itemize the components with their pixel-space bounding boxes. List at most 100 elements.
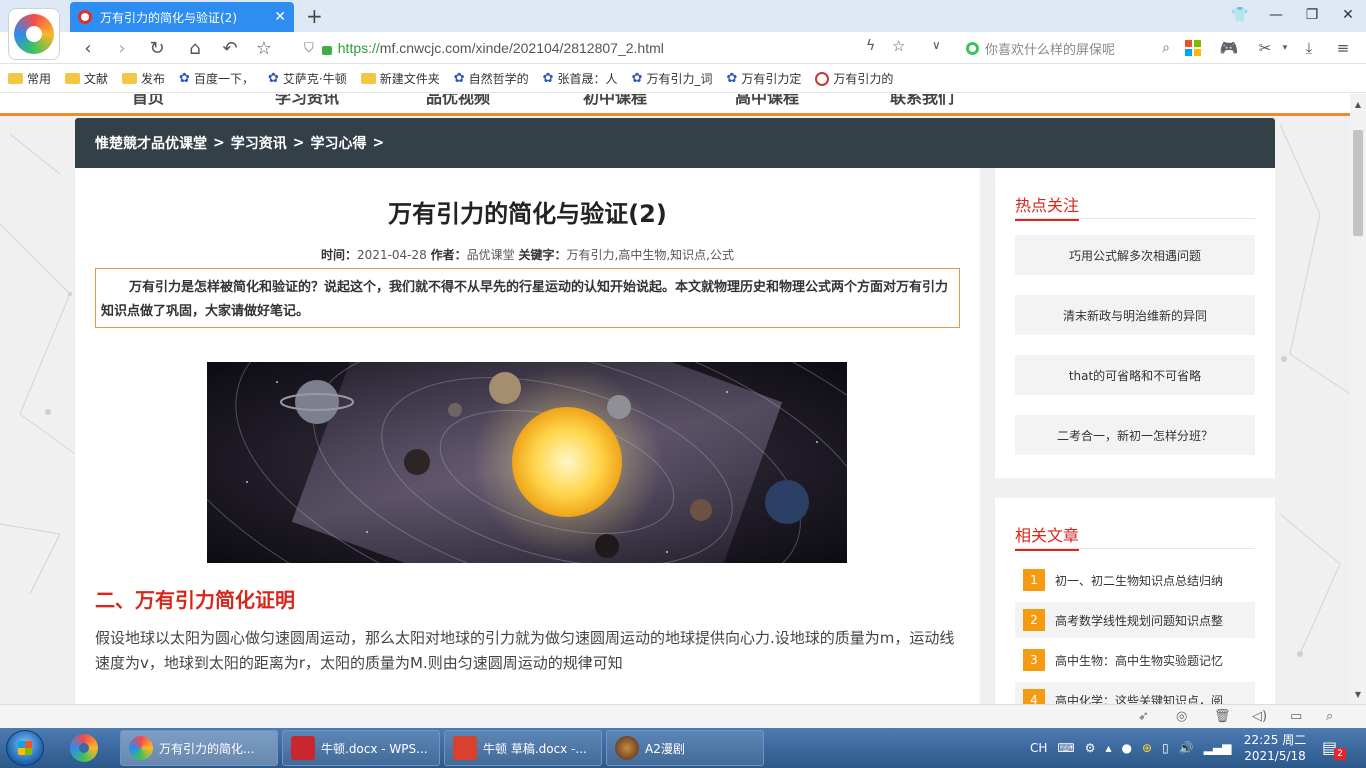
folder-icon (8, 73, 23, 84)
bookmark-link[interactable]: ✿ 万有引力定 (726, 70, 801, 87)
plus-circle-icon[interactable]: ⊕ (1142, 741, 1152, 755)
breadcrumb-subcategory[interactable]: 学习心得 (310, 133, 366, 153)
bookmark-link[interactable]: ✿ 万有引力_词 (632, 70, 713, 87)
bookmark-link[interactable]: ✿ 自然哲学的 (454, 70, 529, 87)
address-bar[interactable]: ⛉ https://mf.cnwcjc.com/xinde/202104/281… (296, 35, 956, 61)
pinned-browser[interactable] (62, 732, 106, 764)
related-article-item[interactable]: 1 初一、初二生物知识点总结归纳 (1015, 562, 1255, 598)
taskbar-item-wps-draft[interactable]: 牛顿 草稿.docx -... (444, 730, 602, 766)
taskbar-item-wps[interactable]: 牛顿.docx - WPS... (282, 730, 440, 766)
nav-item[interactable]: 联系我们 (890, 94, 954, 108)
nav-item[interactable]: 初中课程 (583, 94, 647, 108)
scroll-up-icon[interactable]: ▲ (1350, 96, 1366, 112)
trash-icon[interactable]: 🗑 (1214, 709, 1231, 724)
search-input[interactable]: 你喜欢什么样的屏保呢 ⌕ (962, 36, 1170, 60)
window-close-icon[interactable]: ✕ (1330, 0, 1366, 30)
search-icon[interactable]: ⌕ (1162, 40, 1170, 56)
forward-icon[interactable]: › (110, 36, 134, 60)
nav-item[interactable]: 品优视频 (426, 94, 490, 108)
bookmark-link[interactable]: 万有引力的 (815, 70, 893, 87)
qq-icon[interactable]: ● (1122, 741, 1132, 755)
home-icon[interactable]: ⌂ (183, 36, 207, 60)
scissors-dropdown-icon[interactable]: ▾ (1274, 38, 1296, 58)
window-mode-icon[interactable]: ▭ (1290, 709, 1302, 724)
back-icon[interactable]: ‹ (76, 36, 100, 60)
url-dropdown-icon[interactable]: ∨ (932, 38, 941, 52)
bookmark-folder[interactable]: 常用 (8, 70, 51, 87)
action-center-icon[interactable]: ▤ 2 (1322, 738, 1346, 760)
zoom-icon[interactable]: ⌕ (1326, 709, 1333, 724)
apps-grid-icon[interactable] (1182, 38, 1204, 58)
keyboard-icon[interactable]: ⌨ (1057, 741, 1074, 755)
scrollbar-thumb[interactable] (1353, 130, 1363, 236)
restore-icon[interactable]: ❐ (1294, 0, 1330, 30)
skin-icon[interactable]: 👕 (1222, 0, 1258, 30)
taskbar-item-browser[interactable]: 万有引力的简化... (120, 730, 278, 766)
volume-icon[interactable]: 🔊 (1179, 741, 1194, 755)
system-tray: CH ⌨ ⚙ ▴ ● ⊕ ▯ 🔊 ▂▄▆ (1030, 728, 1241, 768)
article-meta: 时间：2021-04-28 作者：品优课堂 关键字：万有引力,高中生物,知识点,… (321, 248, 734, 262)
hot-topic-item[interactable]: 二考合一，新初一怎样分班？ (1015, 415, 1255, 455)
menu-icon[interactable]: ≡ (1332, 38, 1354, 58)
refresh-circle-icon[interactable]: ◎ (1176, 709, 1187, 724)
page-scrollbar[interactable]: ▲ ▼ (1350, 94, 1366, 704)
rank-badge: 3 (1023, 649, 1045, 671)
bookmark-folder[interactable]: 文献 (65, 70, 108, 87)
system-clock[interactable]: 22:25 周二 2021/5/18 (1240, 732, 1310, 764)
related-article-title: 高中生物：高中生物实验题记忆 (1055, 653, 1224, 668)
article-keywords: 万有引力,高中生物,知识点,公式 (566, 248, 734, 262)
hot-topic-item[interactable]: 巧用公式解多次相遇问题 (1015, 235, 1255, 275)
related-article-item[interactable]: 4 高中化学：这些关键知识点，阅 (1015, 682, 1255, 704)
nav-item[interactable]: 首页 (132, 94, 164, 108)
show-hidden-icons[interactable]: ▴ (1106, 741, 1112, 755)
rocket-icon[interactable]: ➶ (1138, 709, 1149, 724)
favorites-star-icon[interactable]: ☆ (252, 36, 276, 60)
game-icon[interactable]: 🎮 (1218, 38, 1240, 58)
hot-topic-item[interactable]: 清末新政与明治维新的异同 (1015, 295, 1255, 335)
breadcrumb-home[interactable]: 惟楚競才品优课堂 (95, 133, 207, 153)
new-tab-icon[interactable]: + (306, 4, 323, 28)
browser-logo[interactable] (8, 8, 60, 60)
related-article-item[interactable]: 2 高考数学线性规划问题知识点整 (1015, 602, 1255, 638)
tab-title: 万有引力的简化与验证(2) (100, 10, 237, 25)
minimize-icon[interactable]: — (1258, 0, 1294, 30)
wps-doc-icon (453, 736, 477, 760)
nav-item[interactable]: 高中课程 (735, 94, 799, 108)
bookmark-folder[interactable]: 发布 (122, 70, 165, 87)
bookmark-link[interactable]: ✿ 张首晟：人 (543, 70, 618, 87)
tab-close-icon[interactable]: ✕ (274, 9, 286, 25)
shield-icon: ⛉ (304, 40, 314, 56)
start-button[interactable] (6, 730, 44, 766)
volume-icon[interactable]: ◁) (1252, 709, 1267, 724)
speed-mode-icon[interactable]: ϟ (866, 38, 875, 54)
notification-badge: 2 (1334, 748, 1346, 760)
usb-icon[interactable]: ▯ (1162, 741, 1169, 755)
article-author: 品优课堂 (466, 248, 515, 262)
browser-tab-active[interactable]: 万有引力的简化与验证(2) ✕ (70, 2, 294, 32)
taskbar-item-comic[interactable]: A2漫剧 (606, 730, 764, 766)
ime-indicator[interactable]: CH (1030, 741, 1047, 755)
undo-close-icon[interactable]: ↶ (218, 36, 242, 60)
bookmark-folder[interactable]: 新建文件夹 (360, 70, 440, 87)
scroll-down-icon[interactable]: ▼ (1350, 686, 1366, 702)
scissors-icon[interactable]: ✂ (1254, 38, 1276, 58)
hot-topic-item[interactable]: that的可省略和不可省略 (1015, 355, 1255, 395)
bookmarks-bar: 常用 文献 发布 ✿ 百度一下， ✿ 艾萨克·牛顿 新建文件夹 ✿ 自然哲学的 ✿ 张首… (0, 65, 1366, 93)
input-settings-icon[interactable]: ⚙ (1085, 741, 1096, 755)
breadcrumb-category[interactable]: 学习资讯 (231, 133, 287, 153)
url-text[interactable]: https://mf.cnwcjc.com/xinde/202104/28128… (338, 40, 664, 56)
article-date: 2021-04-28 (357, 248, 427, 262)
network-signal-icon[interactable]: ▂▄▆ (1204, 741, 1232, 755)
nav-item[interactable]: 学习资讯 (275, 94, 339, 108)
wps-writer-icon (291, 736, 315, 760)
bookmark-link[interactable]: ✿ 艾萨克·牛顿 (268, 70, 347, 87)
bookmark-star-icon[interactable]: ☆ (892, 37, 905, 55)
article-summary: 万有引力是怎样被简化和验证的？说起这个，我们就不得不从早先的行星运动的认知开始说… (95, 268, 960, 328)
related-articles-panel: 相关文章 1 初一、初二生物知识点总结归纳 2 高考数学线性规划问题知识点整 3… (995, 498, 1275, 704)
bookmark-link[interactable]: ✿ 百度一下， (179, 70, 254, 87)
reload-icon[interactable]: ↻ (145, 36, 169, 60)
breadcrumb-separator: > (213, 135, 225, 151)
download-icon[interactable]: ⤓ (1298, 38, 1320, 58)
clock-date: 2021/5/18 (1244, 749, 1306, 763)
related-article-item[interactable]: 3 高中生物：高中生物实验题记忆 (1015, 642, 1255, 678)
